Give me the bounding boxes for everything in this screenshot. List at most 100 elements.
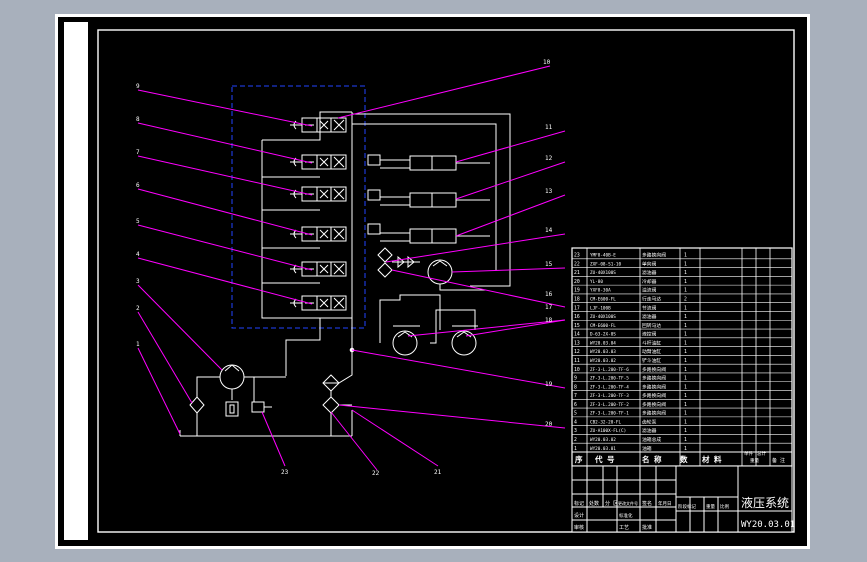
title-process: 工艺 — [619, 525, 629, 531]
parts-cell-name: 动臂油缸 — [642, 348, 661, 355]
parts-cell-name: 斗杆油缸 — [642, 339, 661, 346]
callout-12: 12 — [545, 155, 553, 162]
parts-cell-qty: 1 — [684, 384, 687, 390]
callout-1: 1 — [136, 341, 140, 348]
title-zone: 分 区 — [605, 500, 618, 507]
parts-cell-qty: 1 — [684, 437, 687, 443]
callout-5: 5 — [136, 218, 140, 225]
parts-cell-name: 滤油器 — [642, 427, 657, 434]
parts-cell-no: 17 — [574, 305, 580, 311]
parts-cell-name: 多路换向阀 — [642, 375, 666, 382]
parts-cell-qty: 1 — [684, 446, 687, 452]
parts-cell-code: CB2-32-20-FL — [590, 419, 621, 425]
parts-cell-code: ZU-40X100S — [590, 314, 616, 320]
parts-cell-code: WY20.03.02 — [590, 437, 616, 443]
title-standard: 标准化 — [619, 512, 633, 519]
callout-14: 14 — [545, 227, 553, 234]
parts-cell-code: CM-E600-FL — [590, 323, 616, 329]
parts-cell-name: 油箱 — [642, 445, 652, 452]
parts-cell-qty: 1 — [684, 411, 687, 417]
parts-cell-no: 18 — [574, 296, 580, 302]
parts-cell-qty: 1 — [684, 340, 687, 346]
parts-cell-code: ZF-3-L.200-TF-4 — [590, 384, 629, 390]
callout-22: 22 — [372, 470, 380, 477]
callout-2: 2 — [136, 305, 140, 312]
title-signature: 签名 — [642, 500, 652, 507]
parts-cell-code: ZF-3-L.200-TF-5 — [590, 376, 629, 382]
parts-cell-code: ZF-3-L.200-TF-2 — [590, 402, 629, 408]
callout-11: 11 — [545, 124, 553, 131]
drawing-viewport: 9 8 7 6 5 4 3 2 1 10 11 12 13 14 15 16 1… — [0, 0, 867, 562]
parts-cell-code: YMF8-40B-E — [590, 253, 616, 259]
parts-cell-no: 14 — [574, 332, 580, 338]
parts-cell-no: 20 — [574, 279, 580, 285]
drawing-title: 液压系统 — [741, 495, 789, 510]
callout-10: 10 — [543, 59, 551, 66]
inner-frame-left-strip — [64, 22, 88, 540]
parts-cell-no: 3 — [574, 428, 577, 434]
callout-18: 18 — [545, 317, 553, 324]
parts-cell-qty: 1 — [684, 332, 687, 338]
parts-cell-code: CM-E600-FL — [590, 296, 616, 302]
parts-list-table: 23 YMF8-40B-E 多路换向阀 122 ZXF-08-S1-10 单向阀 121 ZU… — [571, 247, 793, 467]
parts-cell-no: 6 — [574, 402, 577, 408]
parts-cell-code: D-63-2X-0S — [590, 332, 616, 338]
parts-cell-name: 多路换向阀 — [642, 252, 666, 259]
parts-cell-name: 滤油器 — [642, 269, 657, 276]
title-date: 年月日 — [658, 500, 672, 507]
parts-cell-qty: 1 — [684, 323, 687, 329]
parts-cell-name: 多路换向阀 — [642, 392, 666, 399]
parts-cell-qty: 1 — [684, 367, 687, 373]
parts-cell-no: 19 — [574, 288, 580, 294]
parts-cell-qty: 1 — [684, 314, 687, 320]
title-weight: 重量 — [706, 503, 715, 510]
parts-cell-qty: 1 — [684, 261, 687, 267]
header-material: 材 料 — [702, 454, 722, 464]
callout-7: 7 — [136, 149, 140, 156]
parts-cell-no: 13 — [574, 340, 580, 346]
title-mark: 标记 — [574, 500, 584, 507]
callout-9: 9 — [136, 83, 140, 90]
parts-cell-name: 多路换向阀 — [642, 366, 666, 373]
header-note: 备 注 — [772, 457, 785, 464]
parts-cell-qty: 1 — [684, 402, 687, 408]
title-change-doc: 更改文件号 — [618, 500, 638, 506]
parts-cell-qty: 2 — [684, 296, 687, 302]
parts-cell-name: 单向阀 — [642, 260, 657, 267]
parts-cell-code: ZF-3-L.200-TF-3 — [590, 393, 629, 399]
parts-cell-no: 1 — [574, 446, 577, 452]
title-review: 审核 — [574, 524, 584, 531]
parts-cell-qty: 1 — [684, 288, 687, 294]
parts-cell-no: 4 — [574, 419, 577, 425]
parts-cell-name: 液控阀 — [642, 331, 657, 338]
parts-cell-code: WY20.03.04 — [590, 340, 616, 346]
parts-cell-no: 21 — [574, 270, 580, 276]
parts-cell-no: 8 — [574, 384, 577, 390]
parts-cell-name: 多路换向阀 — [642, 401, 666, 408]
parts-cell-no: 7 — [574, 393, 577, 399]
parts-cell-name: 滤油器 — [642, 313, 657, 320]
title-approve: 批准 — [642, 524, 652, 531]
parts-cell-code: ZF-3-L.200-TF-6 — [590, 367, 629, 373]
parts-cell-name: 齿轮泵 — [642, 418, 657, 425]
parts-cell-code: ZU-A100X-FL(C) — [590, 428, 626, 434]
header-qty: 数 — [680, 454, 688, 464]
parts-cell-no: 11 — [574, 358, 580, 364]
parts-cell-code: ZF-3-L.200-TF-1 — [590, 411, 629, 417]
parts-cell-qty: 1 — [684, 419, 687, 425]
parts-cell-qty: 1 — [684, 253, 687, 259]
callout-8: 8 — [136, 116, 140, 123]
parts-cell-no: 22 — [574, 261, 580, 267]
parts-cell-no: 5 — [574, 411, 577, 417]
callout-16: 16 — [545, 291, 553, 298]
parts-cell-name: 多路换向阀 — [642, 410, 666, 417]
parts-cell-qty: 1 — [684, 428, 687, 434]
parts-cell-code: YXF8-30A — [590, 288, 611, 294]
parts-cell-name: 油箱总成 — [642, 436, 661, 443]
callout-19: 19 — [545, 381, 553, 388]
header-weight: 重量 — [750, 457, 759, 464]
header-no: 序 — [575, 454, 583, 464]
header-total: 总计 — [757, 450, 766, 457]
header-unit: 单件 — [744, 450, 753, 457]
parts-cell-qty: 1 — [684, 279, 687, 285]
